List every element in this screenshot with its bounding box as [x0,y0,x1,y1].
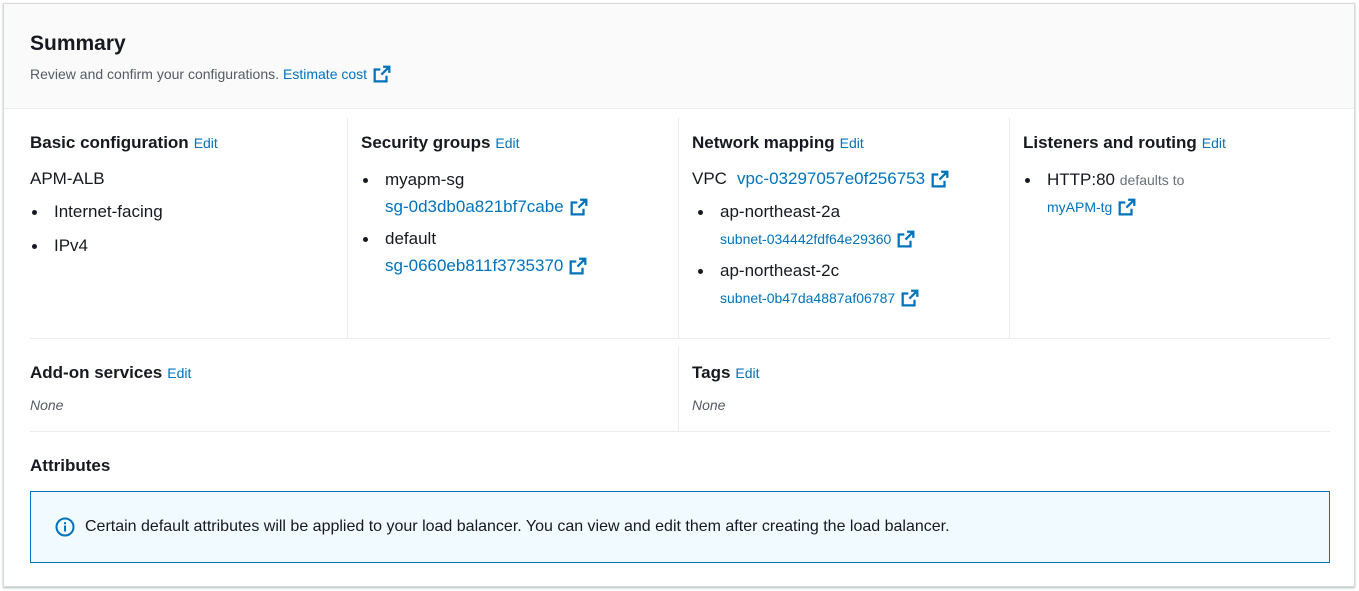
external-link-icon [570,198,588,216]
target-group-name: myAPM-tg [1047,199,1113,215]
subnet-link[interactable]: subnet-0b47da4887af06787 [720,287,1002,309]
list-item: myapm-sg sg-0d3db0a821bf7cabe [361,169,661,218]
basic-configuration-edit-link[interactable]: Edit [194,135,218,151]
security-groups-section: Security groups Edit myapm-sg sg-0d3db0a… [361,133,661,277]
security-group-id: sg-0660eb811f3735370 [385,256,564,275]
availability-zone-name: ap-northeast-2a [720,202,841,221]
summary-panel: Summary Review and confirm your configur… [3,3,1355,587]
tags-title: Tags [692,363,731,382]
external-link-icon [897,230,915,248]
external-link-icon [1118,198,1136,216]
vpc-id-link[interactable]: vpc-03297057e0f256753 [737,169,949,189]
summary-header: Summary Review and confirm your configur… [4,4,1354,109]
addon-services-title: Add-on services [30,363,163,382]
security-group-id-link[interactable]: sg-0660eb811f3735370 [385,255,661,277]
availability-zone-name: ap-northeast-2c [720,261,840,280]
tags-edit-link[interactable]: Edit [735,365,759,381]
basic-configuration-list: Internet-facing IPv4 [30,201,330,257]
network-mapping-title: Network mapping [692,133,835,152]
security-groups-list: myapm-sg sg-0d3db0a821bf7cabe default sg… [361,169,661,277]
attributes-info-alert: Certain default attributes will be appli… [30,491,1330,563]
external-link-icon [931,170,949,188]
attributes-info-text: Certain default attributes will be appli… [85,518,950,535]
summary-description: Review and confirm your configurations. … [30,65,391,83]
load-balancer-name: APM-ALB [30,169,105,188]
info-icon [55,517,75,537]
listeners-routing-title: Listeners and routing [1023,133,1197,152]
security-group-id-link[interactable]: sg-0d3db0a821bf7cabe [385,196,661,218]
subnet-id: subnet-034442fdf64e29360 [720,231,892,247]
external-link-icon [373,65,391,83]
attributes-title: Attributes [30,456,111,475]
list-item: IPv4 [30,235,330,257]
basic-configuration-title: Basic configuration [30,133,189,152]
listeners-routing-edit-link[interactable]: Edit [1202,135,1226,151]
external-link-icon [901,289,919,307]
listeners-routing-section: Listeners and routing Edit HTTP:80 defau… [1023,133,1333,218]
subnet-id: subnet-0b47da4887af06787 [720,290,896,306]
security-group-id: sg-0d3db0a821bf7cabe [385,197,564,216]
addon-services-edit-link[interactable]: Edit [167,365,191,381]
target-group-link[interactable]: myAPM-tg [1047,196,1333,218]
list-item: ap-northeast-2a subnet-034442fdf64e29360 [696,201,1002,250]
list-item: Internet-facing [30,201,330,223]
security-group-name: myapm-sg [385,170,465,189]
row-divider [30,431,1330,432]
estimate-cost-label: Estimate cost [283,66,368,82]
page-title: Summary [30,32,126,55]
column-divider [347,118,348,338]
vpc-row: VPC vpc-03297057e0f256753 [692,169,1002,189]
vpc-label: VPC [692,169,727,188]
listener-protocol: HTTP:80 [1047,170,1116,189]
column-divider [678,347,679,431]
tags-section: Tags Edit None [692,363,1292,413]
list-item: HTTP:80 defaults to myAPM-tg [1023,169,1333,218]
list-item: default sg-0660eb811f3735370 [361,228,661,277]
subnet-link[interactable]: subnet-034442fdf64e29360 [720,228,1002,250]
defaults-to-text: defaults to [1119,172,1185,188]
tags-value: None [692,397,726,413]
availability-zones-list: ap-northeast-2a subnet-034442fdf64e29360… [696,201,1002,309]
attributes-section: Attributes [30,456,110,476]
addon-services-section: Add-on services Edit None [30,363,630,413]
summary-description-text: Review and confirm your configurations. [30,66,280,82]
security-groups-title: Security groups [361,133,491,152]
network-mapping-section: Network mapping Edit VPC vpc-03297057e0f… [692,133,1002,309]
estimate-cost-link[interactable]: Estimate cost [283,65,391,83]
row-divider [30,338,1330,339]
listeners-list: HTTP:80 defaults to myAPM-tg [1023,169,1333,218]
security-groups-edit-link[interactable]: Edit [495,135,519,151]
basic-configuration-section: Basic configuration Edit APM-ALB Interne… [30,133,330,257]
list-item: ap-northeast-2c subnet-0b47da4887af06787 [696,260,1002,309]
external-link-icon [569,257,587,275]
vpc-id: vpc-03297057e0f256753 [736,169,926,188]
column-divider [678,118,679,338]
security-group-name: default [385,229,437,248]
network-mapping-edit-link[interactable]: Edit [840,135,864,151]
column-divider [1009,118,1010,338]
addon-services-value: None [30,397,64,413]
